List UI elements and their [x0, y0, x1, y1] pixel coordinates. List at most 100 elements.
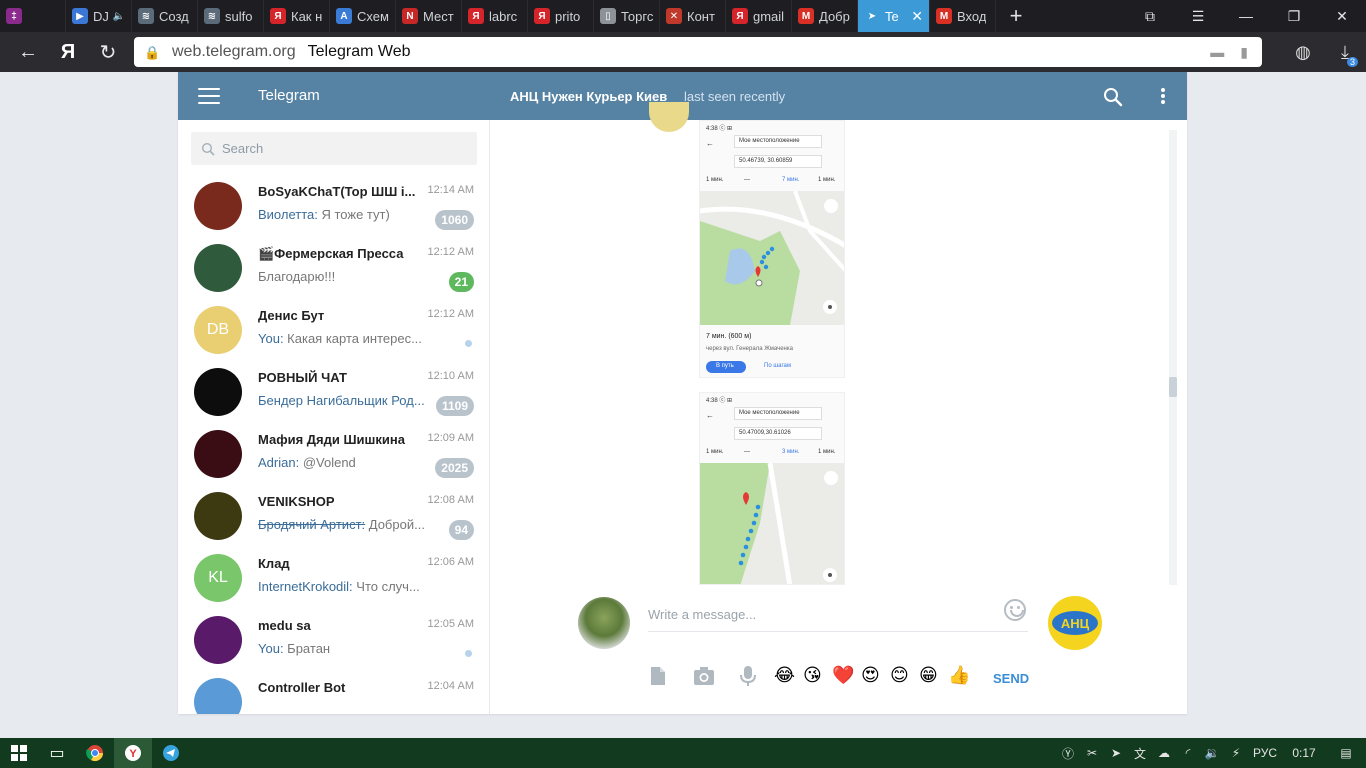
emoji-heart-button[interactable]: ❤️	[832, 665, 854, 685]
route-mode-3: 1 мин.	[818, 177, 836, 183]
wifi-icon[interactable]: ◜	[1176, 738, 1200, 768]
yandex-home-button[interactable]: Я	[48, 32, 88, 72]
browser-tab[interactable]: ▶ DJ 🔈	[66, 0, 132, 32]
browser-menu-icon[interactable]: ☰	[1174, 0, 1222, 32]
network-icon[interactable]: ⚡	[1224, 738, 1248, 768]
restore-button[interactable]: ❐	[1270, 0, 1318, 32]
emoji-thumbs-up-button[interactable]: 👍	[948, 665, 970, 685]
reload-button[interactable]: ↻	[88, 32, 128, 72]
windows-logo-icon	[11, 745, 27, 761]
tab-audio-icon[interactable]: 🔈	[113, 11, 125, 22]
start-button[interactable]	[0, 738, 38, 768]
telegram-taskbar-icon[interactable]	[152, 738, 190, 768]
chrome-taskbar-icon[interactable]	[76, 738, 114, 768]
browser-tab[interactable]: Яprito	[528, 0, 594, 32]
peer-name[interactable]: АНЦ Нужен Курьер Киев	[510, 89, 667, 104]
chat-preview-sender: Бродячий Артист:	[258, 517, 366, 532]
send-button[interactable]: SEND	[993, 671, 1029, 686]
route-mode-3: 1 мин.	[818, 449, 836, 455]
scroll-thumb[interactable]	[1169, 377, 1177, 397]
back-button[interactable]: ←	[8, 32, 48, 72]
notifications-icon[interactable]: ▤	[1326, 738, 1366, 768]
task-view-icon[interactable]: ▭	[38, 738, 76, 768]
emoji-joy-button[interactable]: 😂	[774, 665, 795, 685]
volume-icon[interactable]: 🔉	[1200, 738, 1224, 768]
emoji-heart-eyes-button[interactable]: 😍	[861, 665, 880, 685]
close-window-button[interactable]: ✕	[1318, 0, 1366, 32]
browser-tab[interactable]: M Добр	[792, 0, 858, 32]
browser-tab[interactable]: Я Как н	[264, 0, 330, 32]
language-indicator[interactable]: РУС	[1248, 738, 1282, 768]
chat-avatar	[194, 678, 242, 714]
browser-tab[interactable]: A Схем	[330, 0, 396, 32]
more-options-icon[interactable]	[1158, 86, 1168, 106]
search-icon[interactable]	[1102, 86, 1124, 108]
chat-list-item[interactable]: BoSyaKChaT(Top ШШ i... 12:14 AM Виолетта: …	[178, 178, 489, 240]
chat-list-item[interactable]: KL Клад 12:06 AM InternetKrokodil: Что случ…	[178, 550, 489, 612]
app-tray-icon[interactable]: ✂	[1080, 738, 1104, 768]
chat-list-item[interactable]: medu sa 12:05 AM You: Братан	[178, 612, 489, 674]
chat-list-item[interactable]: 🎬Фермерская Пресса 12:12 AM Благодарю!!! 21	[178, 240, 489, 302]
route-to-field: 50.47009,30.61026	[734, 427, 822, 440]
unread-badge: 2025	[435, 458, 474, 478]
tab-favicon-icon: M	[936, 8, 952, 24]
tab-title: prito	[555, 8, 581, 24]
browser-tab[interactable]: ≋ Созд	[132, 0, 198, 32]
camera-icon[interactable]	[692, 664, 716, 688]
new-tab-button[interactable]: +	[996, 0, 1036, 32]
downloads-button[interactable]: ⤓ 3	[1324, 32, 1366, 72]
tab-title: labrc	[489, 8, 518, 24]
chat-avatar	[194, 492, 242, 540]
peer-status: last seen recently	[684, 89, 786, 104]
browser-tab[interactable]: ‡	[0, 0, 66, 32]
emoji-kiss-button[interactable]: 😘	[803, 665, 822, 685]
telegram-tray-icon[interactable]: ➤	[1104, 738, 1128, 768]
my-avatar[interactable]	[578, 597, 630, 649]
browser-tab[interactable]: M Вход	[930, 0, 996, 32]
bookmark-icon[interactable]: ▮	[1240, 44, 1248, 61]
protect-icon[interactable]: ◍	[1282, 32, 1324, 72]
browser-tab[interactable]: ✕ Конт	[660, 0, 726, 32]
peer-avatar[interactable]: АНЦ	[1048, 596, 1102, 650]
chat-list-item[interactable]: РОВНЫЙ ЧАТ 12:10 AM Бендер Нагибальщик Род…	[178, 364, 489, 426]
address-bar[interactable]: 🔒 web.telegram.org Telegram Web ▬ ▮	[134, 37, 1262, 67]
chat-list-item[interactable]: Мафия Дяди Шишкина 12:09 AM Adrian: @Volen…	[178, 426, 489, 488]
emoji-blush-button[interactable]: 😊	[890, 665, 909, 685]
photo-message-route-2[interactable]: 4:38 ⓒ ⊞ ← Мое местоположение 50.47009,3…	[699, 392, 845, 585]
search-box[interactable]	[191, 132, 477, 165]
comment-icon[interactable]: ▬	[1210, 44, 1224, 61]
messages-scrollbar[interactable]	[1169, 130, 1177, 585]
browser-tab[interactable]: Яlabrc	[462, 0, 528, 32]
tab-title: Te	[885, 8, 899, 24]
chat-avatar	[194, 616, 242, 664]
yandex-browser-taskbar-icon[interactable]: Y	[114, 738, 152, 768]
cloud-tray-icon[interactable]: ☁	[1152, 738, 1176, 768]
chat-list-item[interactable]: DB Денис Бут 12:12 AM You: Какая карта инте…	[178, 302, 489, 364]
message-avatar[interactable]	[649, 102, 689, 132]
photo-message-route-1[interactable]: 4:38 ⓒ ⊞ ← Мое местоположение 50.46739, …	[699, 120, 845, 378]
close-tab-icon[interactable]: ✕	[911, 8, 923, 25]
emoji-grin-button[interactable]: 😁	[919, 665, 938, 685]
attach-file-icon[interactable]	[646, 664, 670, 688]
ime-tray-icon[interactable]: 文	[1128, 738, 1152, 768]
microphone-icon[interactable]	[736, 664, 760, 688]
tab-favicon-icon: ✕	[666, 8, 682, 24]
browser-tab[interactable]: Яgmail	[726, 0, 792, 32]
message-input[interactable]	[648, 598, 1028, 632]
chat-list-item[interactable]: VENIKSHOP 12:08 AM Бродячий Артист: Доброй…	[178, 488, 489, 550]
browser-tab[interactable]: ➤ Te ✕	[858, 0, 930, 32]
chat-list-item[interactable]: Controller Bot 12:04 AM	[178, 674, 489, 714]
clock[interactable]: 0:17	[1282, 738, 1326, 768]
emoji-picker-icon[interactable]	[1004, 599, 1026, 621]
tablist-icon[interactable]: ⧉	[1126, 0, 1174, 32]
browser-tab[interactable]: N Мест	[396, 0, 462, 32]
browser-tab[interactable]: ≋ sulfo	[198, 0, 264, 32]
chat-time: 12:12 AM	[427, 246, 474, 258]
chat-name: VENIKSHOP	[258, 494, 335, 509]
minimize-button[interactable]: —	[1222, 0, 1270, 32]
chat-preview-sender: InternetKrokodil:	[258, 579, 353, 594]
search-input[interactable]	[222, 141, 462, 156]
hamburger-menu-icon[interactable]	[192, 84, 226, 108]
yandex-tray-icon[interactable]: Ⓨ	[1056, 738, 1080, 768]
browser-tab[interactable]: ▯ Торгс	[594, 0, 660, 32]
